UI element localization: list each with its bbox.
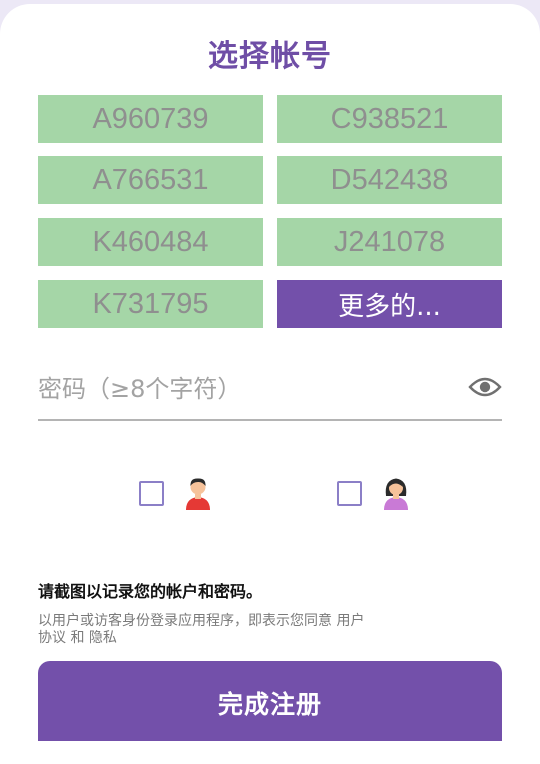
account-option[interactable]: A960739 xyxy=(38,95,263,143)
male-option xyxy=(139,476,212,510)
female-option xyxy=(337,476,410,510)
account-option[interactable]: K460484 xyxy=(38,218,263,266)
account-option[interactable]: D542438 xyxy=(277,156,502,204)
terms-and: 和 xyxy=(70,630,85,646)
male-checkbox[interactable] xyxy=(139,480,164,506)
terms-text: 以用户或访客身份登录应用程序，即表示您同意 用户协议 和 隐私 xyxy=(38,613,378,647)
eye-icon[interactable] xyxy=(468,374,502,400)
account-option[interactable]: A766531 xyxy=(38,156,263,204)
page-title: 选择帐号 xyxy=(208,39,332,74)
account-option[interactable]: C938521 xyxy=(277,95,502,143)
privacy-link[interactable]: 隐私 xyxy=(89,630,117,646)
female-avatar-icon xyxy=(382,476,410,510)
terms-prefix: 以用户或访客身份登录应用程序，即表示您同意 xyxy=(38,613,332,629)
registration-sheet: 选择帐号 A960739 C938521 A766531 D542438 K46… xyxy=(0,4,540,764)
male-avatar-icon xyxy=(184,476,212,510)
female-checkbox[interactable] xyxy=(337,480,362,506)
more-accounts-button[interactable]: 更多的... xyxy=(277,280,502,328)
screenshot-notice: 请截图以记录您的帐户和密码。 xyxy=(38,582,263,601)
account-option[interactable]: J241078 xyxy=(277,218,502,266)
password-input[interactable] xyxy=(38,364,438,414)
password-field xyxy=(38,364,502,421)
account-option[interactable]: K731795 xyxy=(38,280,263,328)
complete-registration-button[interactable]: 完成注册 xyxy=(38,661,502,741)
